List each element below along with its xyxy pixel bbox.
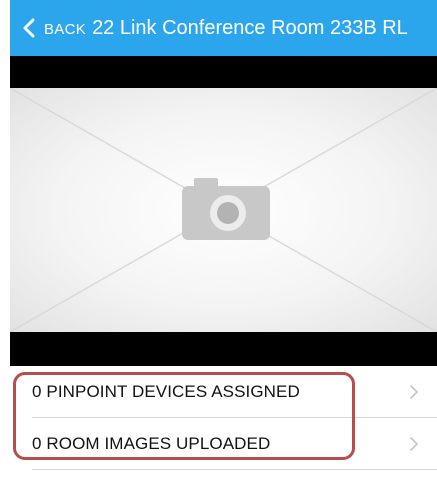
back-button[interactable]: BACK [10, 0, 92, 56]
back-label: BACK [44, 20, 87, 38]
page-title: 22 Link Conference Room 233B RL [92, 16, 408, 39]
row-divider [32, 469, 437, 470]
room-info-list: 0 PINPOINT DEVICES ASSIGNED 0 ROOM IMAGE… [10, 366, 437, 470]
list-item-pinpoint-devices[interactable]: 0 PINPOINT DEVICES ASSIGNED [10, 366, 437, 418]
list-item-room-images[interactable]: 0 ROOM IMAGES UPLOADED [10, 418, 437, 470]
chevron-left-icon [22, 17, 40, 39]
chevron-right-icon [410, 437, 418, 451]
image-placeholder [10, 88, 437, 332]
room-image[interactable] [10, 56, 437, 366]
chevron-right-icon [410, 385, 418, 399]
list-item-label: 0 ROOM IMAGES UPLOADED [32, 434, 271, 453]
navigation-bar: BACK 22 Link Conference Room 233B RL [10, 0, 437, 56]
room-detail-screen: BACK 22 Link Conference Room 233B RL 0 P… [0, 0, 437, 487]
list-item-label: 0 PINPOINT DEVICES ASSIGNED [32, 382, 300, 401]
camera-icon [182, 178, 270, 240]
